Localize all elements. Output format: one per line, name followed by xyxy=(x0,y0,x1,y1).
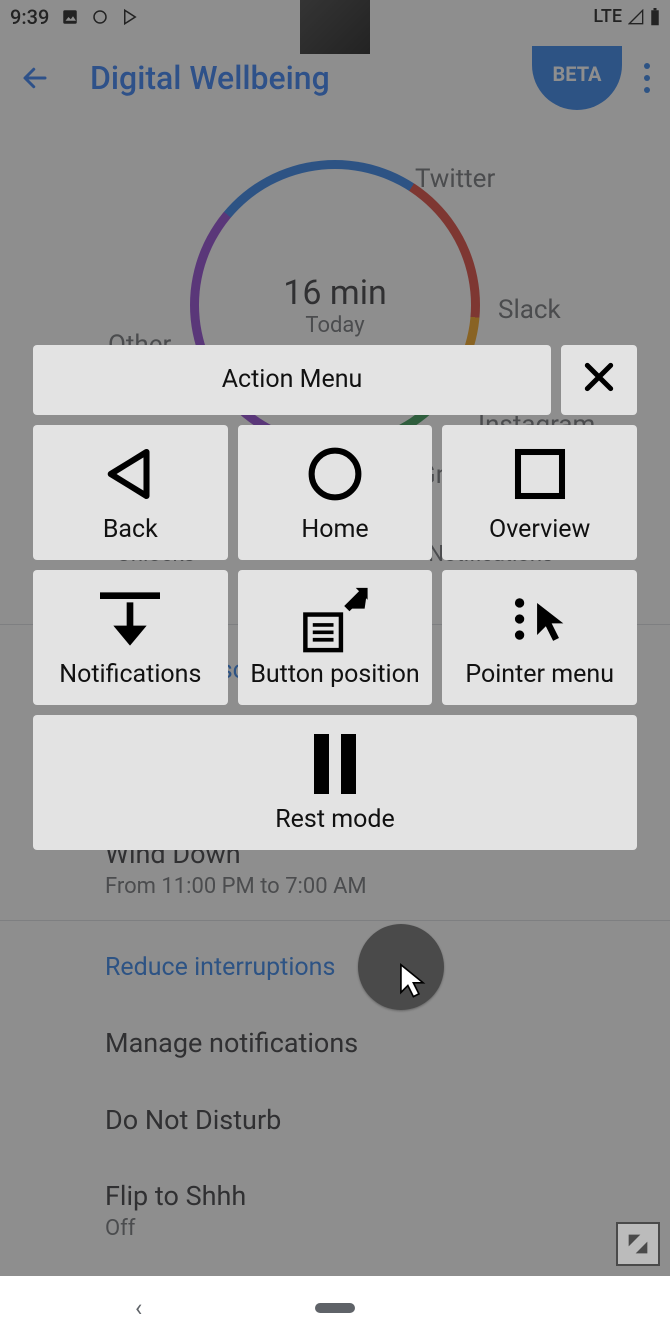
notifications-pull-icon xyxy=(90,584,170,654)
action-home-button[interactable]: Home xyxy=(238,425,433,560)
cursor-arrow-icon xyxy=(398,962,426,1002)
action-menu: Action Menu Back Home xyxy=(33,345,637,850)
home-circle-icon xyxy=(302,439,368,509)
action-pointer-menu-button[interactable]: Pointer menu xyxy=(442,570,637,705)
action-menu-header: Action Menu xyxy=(33,345,551,415)
action-back-button[interactable]: Back xyxy=(33,425,228,560)
nav-pill[interactable] xyxy=(315,1303,355,1313)
pointer-menu-icon xyxy=(505,584,575,654)
action-button-position-button[interactable]: Button position xyxy=(238,570,433,705)
action-menu-close-button[interactable] xyxy=(561,345,637,415)
nav-back-chevron-icon[interactable]: ‹ xyxy=(135,1294,142,1322)
close-icon xyxy=(579,357,619,401)
overview-square-icon xyxy=(507,439,573,509)
back-triangle-icon xyxy=(97,439,163,509)
collapse-arrow-icon xyxy=(624,1230,652,1258)
pause-icon xyxy=(305,729,365,799)
action-rest-mode-button[interactable]: Rest mode xyxy=(33,715,637,850)
button-position-icon xyxy=(290,584,380,654)
corner-collapse-button[interactable] xyxy=(616,1222,660,1266)
action-overview-button[interactable]: Overview xyxy=(442,425,637,560)
action-notifications-button[interactable]: Notifications xyxy=(33,570,228,705)
gesture-navbar[interactable]: ‹ xyxy=(0,1276,670,1340)
